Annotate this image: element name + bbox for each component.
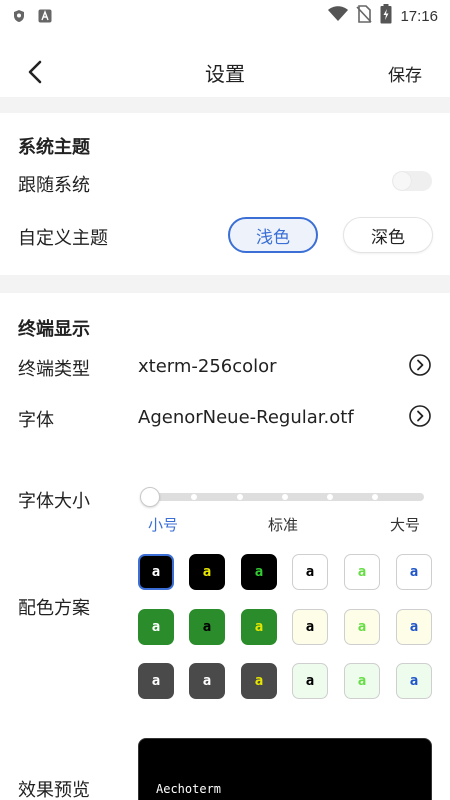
no-sim-icon [356, 5, 373, 27]
font-chevron-icon[interactable] [409, 405, 431, 427]
battery-charging-icon [380, 4, 392, 28]
color-scheme-swatch[interactable]: a [189, 609, 225, 645]
terminal-type-chevron-icon[interactable] [409, 354, 431, 376]
font-label: 字体 [18, 410, 54, 431]
custom-theme-label: 自定义主题 [18, 228, 108, 249]
color-scheme-swatch[interactable]: a [241, 609, 277, 645]
slider-tick [372, 494, 378, 500]
toggle-knob [393, 172, 411, 190]
terminal-section-title: 终端显示 [18, 319, 90, 340]
color-scheme-swatch[interactable]: a [138, 554, 174, 590]
color-scheme-swatch[interactable]: a [344, 609, 380, 645]
font-size-large-label: 大号 [390, 516, 421, 534]
save-button[interactable]: 保存 [388, 61, 422, 86]
font-value: AgenorNeue-Regular.otf [138, 407, 354, 428]
a-badge-icon [38, 9, 52, 23]
shield-icon [12, 9, 26, 23]
wifi-icon [328, 6, 349, 26]
slider-tick [237, 494, 243, 500]
color-scheme-swatch[interactable]: a [292, 554, 328, 590]
color-scheme-swatch[interactable]: a [396, 609, 432, 645]
font-size-small-label: 小号 [148, 516, 179, 534]
terminal-type-value: xterm-256color [138, 356, 277, 377]
color-scheme-swatch[interactable]: a [396, 663, 432, 699]
color-scheme-swatch[interactable]: a [241, 663, 277, 699]
theme-dark-chip[interactable]: 深色 [343, 217, 433, 253]
status-clock: 17:16 [400, 7, 438, 25]
font-size-slider-thumb[interactable] [140, 487, 160, 507]
slider-tick [191, 494, 197, 500]
color-scheme-swatch[interactable]: a [292, 609, 328, 645]
slider-tick [327, 494, 333, 500]
color-scheme-swatch[interactable]: a [189, 554, 225, 590]
follow-system-label: 跟随系统 [18, 175, 90, 196]
status-bar: 17:16 [0, 0, 450, 32]
theme-section-title: 系统主题 [18, 137, 90, 158]
color-scheme-label: 配色方案 [18, 598, 90, 619]
color-scheme-swatch[interactable]: a [396, 554, 432, 590]
terminal-type-label: 终端类型 [18, 359, 90, 380]
page-title: 设置 [205, 62, 245, 86]
color-scheme-swatch[interactable]: a [241, 554, 277, 590]
color-scheme-swatch[interactable]: a [292, 663, 328, 699]
section-divider [0, 275, 450, 293]
slider-tick [282, 494, 288, 500]
preview-label: 效果预览 [18, 780, 90, 800]
color-scheme-swatch[interactable]: a [189, 663, 225, 699]
font-size-standard-label: 标准 [268, 516, 299, 534]
section-divider [0, 97, 450, 113]
color-scheme-swatch[interactable]: a [138, 609, 174, 645]
color-scheme-swatch[interactable]: a [344, 554, 380, 590]
font-size-label: 字体大小 [18, 491, 90, 512]
theme-light-chip[interactable]: 浅色 [228, 217, 318, 253]
follow-system-toggle[interactable] [392, 171, 432, 191]
color-scheme-swatch[interactable]: a [138, 663, 174, 699]
color-scheme-swatch[interactable]: a [344, 663, 380, 699]
app-bar: 设置 保存 [0, 40, 450, 102]
preview-text: Aechoterm [156, 782, 222, 796]
